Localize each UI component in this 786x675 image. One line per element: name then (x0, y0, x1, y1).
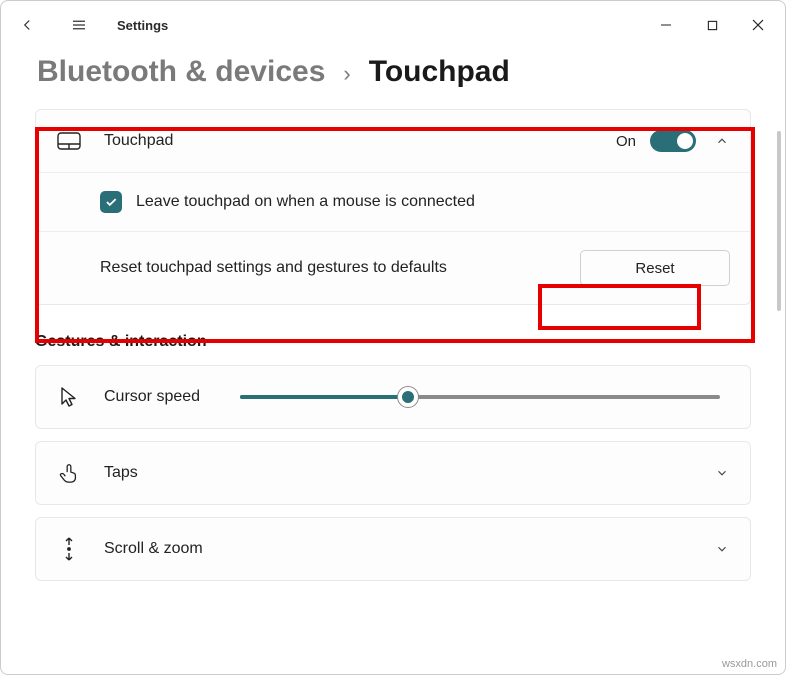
chevron-up-icon[interactable] (714, 133, 730, 149)
touchpad-state: On (616, 133, 636, 150)
touchpad-toggle[interactable] (650, 130, 696, 152)
reset-button[interactable]: Reset (580, 250, 730, 286)
close-button[interactable] (735, 5, 781, 45)
leave-on-row[interactable]: Leave touchpad on when a mouse is connec… (36, 172, 750, 231)
leave-on-label: Leave touchpad on when a mouse is connec… (136, 193, 475, 211)
gestures-heading: Gestures & interaction (35, 333, 751, 351)
app-title: Settings (117, 18, 168, 33)
leave-on-checkbox[interactable] (100, 191, 122, 213)
breadcrumb: Bluetooth & devices › Touchpad (1, 49, 785, 109)
touchpad-label: Touchpad (104, 132, 173, 150)
scroll-zoom-label: Scroll & zoom (104, 540, 203, 558)
page-title: Touchpad (369, 55, 510, 89)
breadcrumb-parent[interactable]: Bluetooth & devices (37, 55, 325, 89)
touchpad-card: Touchpad On Leave touchpad on when a mou… (35, 109, 751, 305)
maximize-button[interactable] (689, 5, 735, 45)
scrollbar[interactable] (777, 131, 781, 311)
cursor-speed-row: Cursor speed (36, 366, 750, 428)
tap-icon (56, 460, 82, 486)
touchpad-row[interactable]: Touchpad On (36, 110, 750, 172)
taps-card[interactable]: Taps (35, 441, 751, 505)
cursor-icon (56, 384, 82, 410)
cursor-speed-label: Cursor speed (104, 388, 200, 406)
minimize-button[interactable] (643, 5, 689, 45)
chevron-down-icon (714, 465, 730, 481)
scroll-zoom-card[interactable]: Scroll & zoom (35, 517, 751, 581)
reset-label: Reset touchpad settings and gestures to … (100, 259, 447, 277)
cursor-speed-slider[interactable] (240, 387, 720, 407)
breadcrumb-separator: › (343, 61, 350, 87)
scroll-icon (56, 536, 82, 562)
title-bar: Settings (1, 1, 785, 49)
touchpad-icon (56, 128, 82, 154)
menu-button[interactable] (57, 5, 101, 45)
reset-row: Reset touchpad settings and gestures to … (36, 231, 750, 304)
back-button[interactable] (5, 5, 49, 45)
cursor-speed-card: Cursor speed (35, 365, 751, 429)
watermark: wsxdn.com (722, 658, 777, 670)
taps-label: Taps (104, 464, 138, 482)
chevron-down-icon (714, 541, 730, 557)
